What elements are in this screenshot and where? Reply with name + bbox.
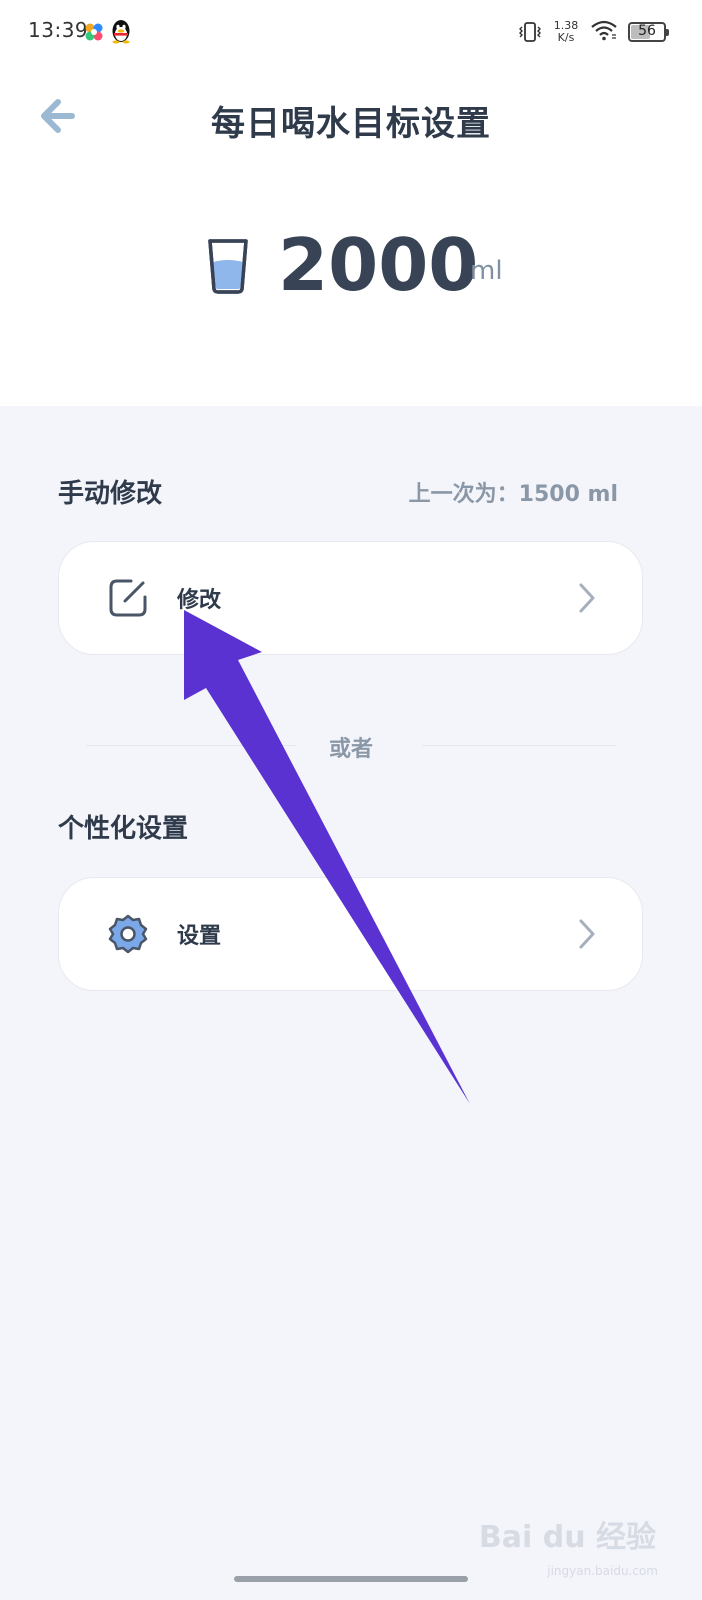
qq-penguin-icon bbox=[112, 20, 130, 44]
battery-icon: 56 bbox=[628, 22, 669, 42]
or-divider: 或者 bbox=[328, 737, 373, 762]
personal-section-title: 个性化设置 bbox=[58, 814, 189, 844]
status-bar: 13:39 1.38 K/s 56 bbox=[0, 0, 702, 64]
goal-value: 2000 bbox=[278, 223, 479, 307]
baidu-watermark-url: jingyan.baidu.com bbox=[547, 1564, 658, 1578]
gear-icon bbox=[108, 914, 148, 954]
daily-goal-display: 2000 ml bbox=[0, 220, 702, 310]
goal-unit: ml bbox=[470, 256, 503, 286]
status-time: 13:39 bbox=[28, 18, 89, 42]
modify-goal-button[interactable]: 修改 bbox=[58, 541, 643, 655]
chevron-right-icon bbox=[579, 919, 595, 949]
last-goal-value: 上一次为：1500 ml bbox=[408, 482, 618, 507]
settings-label: 设置 bbox=[177, 924, 222, 949]
baidu-watermark: Bai du 经验 bbox=[478, 1520, 656, 1555]
personal-settings-button[interactable]: 设置 bbox=[58, 877, 643, 991]
edit-icon bbox=[109, 579, 147, 617]
manual-section-title: 手动修改 bbox=[58, 479, 163, 509]
vibrate-icon bbox=[518, 21, 542, 43]
app-notification-icon bbox=[85, 23, 103, 41]
status-indicators: 1.38 K/s 56 bbox=[518, 16, 669, 48]
network-speed: 1.38 K/s bbox=[552, 20, 580, 44]
network-speed-unit: K/s bbox=[557, 31, 575, 44]
home-indicator[interactable] bbox=[234, 1576, 468, 1582]
water-cup-icon bbox=[208, 239, 248, 294]
page-title: 每日喝水目标设置 bbox=[211, 104, 491, 144]
wifi-icon bbox=[590, 19, 618, 45]
modify-label: 修改 bbox=[177, 588, 222, 613]
battery-percent: 56 bbox=[638, 23, 656, 39]
chevron-right-icon bbox=[579, 583, 595, 613]
